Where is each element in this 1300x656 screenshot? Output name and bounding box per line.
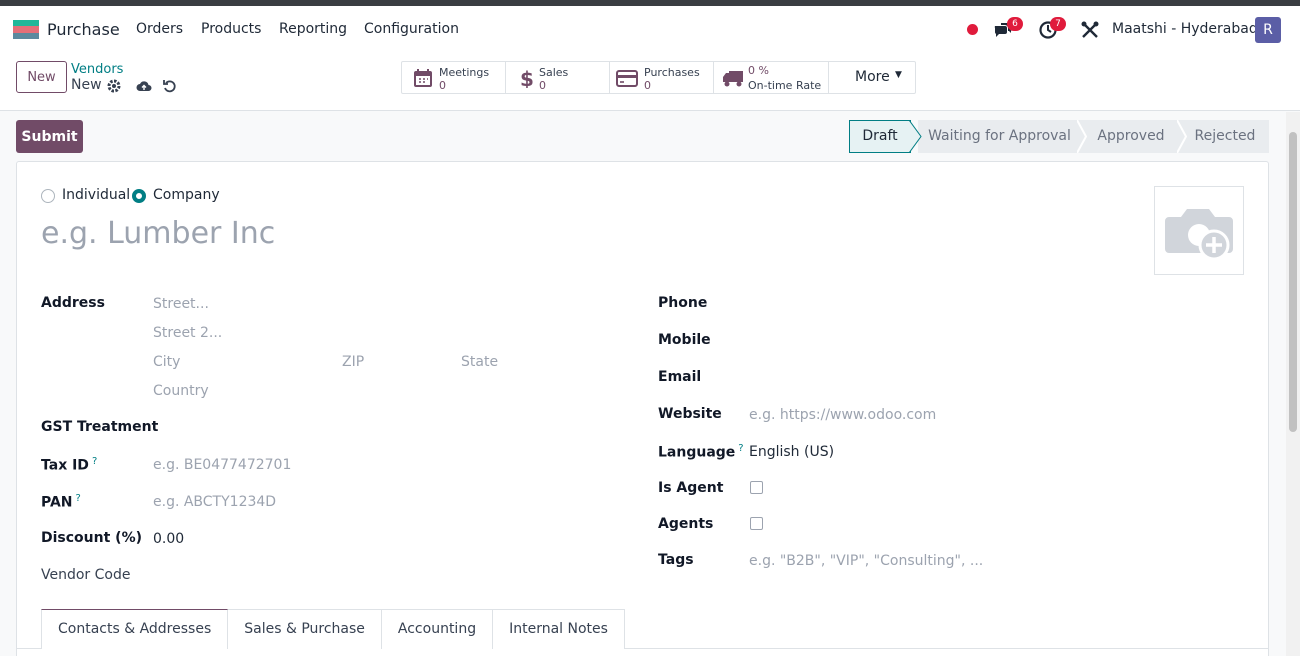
stage-separator (1077, 120, 1087, 153)
smart-buttons: Meetings 0 $ Sales 0 Purchases 0 On-time… (401, 61, 916, 94)
language-label: Language? (658, 443, 744, 461)
status-bar: Draft Waiting for Approval Approved Reje… (849, 120, 1269, 153)
messages-badge: 6 (1007, 17, 1023, 31)
menu-reporting[interactable]: Reporting (279, 21, 347, 37)
help-tooltip-icon[interactable]: ? (92, 456, 97, 467)
ontime-rate-value: 0 % (748, 64, 769, 77)
smart-button-meetings[interactable]: Meetings 0 (402, 62, 506, 93)
state-select[interactable]: State (461, 354, 498, 370)
app-name[interactable]: Purchase (47, 20, 120, 39)
pan-label: PAN? (41, 493, 81, 511)
country-select[interactable]: Country (153, 383, 209, 399)
agents-label: Agents (658, 516, 714, 532)
radio-company[interactable] (132, 189, 146, 203)
stage-draft[interactable]: Draft (849, 120, 911, 153)
smart-button-purchases[interactable]: Purchases 0 (610, 62, 714, 93)
is-agent-checkbox[interactable] (750, 481, 763, 494)
meetings-value: 0 (439, 79, 446, 92)
tools-icon[interactable] (1080, 20, 1100, 40)
gear-icon[interactable] (106, 78, 122, 94)
user-avatar[interactable]: R (1255, 17, 1281, 43)
stage-rejected[interactable]: Rejected (1181, 120, 1269, 153)
tax-id-input[interactable]: e.g. BE0477472701 (153, 457, 291, 473)
language-label-text: Language (658, 444, 736, 461)
page-scrollbar[interactable] (1286, 112, 1300, 656)
notebook-tabs: Contacts & Addresses Sales & Purchase Ac… (41, 609, 625, 649)
calendar-icon (414, 69, 432, 87)
street-input[interactable]: Street... (153, 296, 209, 312)
help-tooltip-icon[interactable]: ? (738, 443, 743, 454)
is-agent-label: Is Agent (658, 480, 724, 496)
email-label: Email (658, 369, 702, 385)
app-logo-icon[interactable] (13, 20, 39, 39)
stage-waiting-approval[interactable]: Waiting for Approval (918, 120, 1081, 153)
recording-dot-icon[interactable] (967, 24, 978, 35)
stage-separator (1177, 120, 1187, 153)
tab-sales-purchase[interactable]: Sales & Purchase (228, 609, 382, 649)
tab-accounting[interactable]: Accounting (381, 609, 494, 649)
activities-badge: 7 (1050, 17, 1066, 31)
radio-company-label[interactable]: Company (153, 187, 220, 203)
menu-products[interactable]: Products (201, 21, 261, 37)
pan-label-text: PAN (41, 494, 73, 511)
vendor-code-label: Vendor Code (41, 567, 131, 583)
website-input[interactable]: e.g. https://www.odoo.com (749, 407, 936, 423)
breadcrumb-current: New (71, 77, 102, 93)
website-label: Website (658, 406, 722, 422)
sales-label: Sales (539, 66, 569, 79)
ontime-rate-label: On-time Rate (748, 79, 822, 92)
tags-input[interactable]: e.g. "B2B", "VIP", "Consulting", ... (749, 553, 983, 569)
more-label: More (855, 69, 890, 85)
discount-label: Discount (%) (41, 530, 142, 546)
more-dropdown[interactable]: More ▼ (829, 62, 915, 93)
tags-label: Tags (658, 552, 694, 568)
tab-internal-notes[interactable]: Internal Notes (493, 609, 625, 649)
gst-treatment-label: GST Treatment (41, 419, 159, 435)
name-input[interactable]: e.g. Lumber Inc (41, 216, 275, 251)
truck-icon (723, 71, 743, 87)
new-button[interactable]: New (16, 61, 67, 93)
dollar-icon: $ (520, 68, 534, 88)
discard-undo-icon[interactable] (162, 78, 178, 94)
caret-down-icon: ▼ (895, 70, 902, 80)
camera-plus-icon (1165, 209, 1233, 261)
menu-orders[interactable]: Orders (136, 21, 183, 37)
scrollbar-thumb[interactable] (1289, 132, 1297, 432)
cloud-upload-icon[interactable] (136, 78, 152, 94)
stage-approved[interactable]: Approved (1081, 120, 1181, 153)
help-tooltip-icon[interactable]: ? (76, 493, 81, 504)
meetings-label: Meetings (439, 66, 490, 79)
tax-id-label-text: Tax ID (41, 457, 89, 474)
mobile-label: Mobile (658, 332, 711, 348)
sales-value: 0 (539, 79, 546, 92)
svg-text:$: $ (520, 68, 534, 88)
street2-input[interactable]: Street 2... (153, 325, 222, 341)
top-navbar: Purchase Orders Products Reporting Confi… (0, 6, 1300, 52)
address-label: Address (41, 295, 105, 311)
city-input[interactable]: City (153, 354, 180, 370)
credit-card-icon (616, 70, 638, 87)
agents-checkbox[interactable] (750, 517, 763, 530)
zip-input[interactable]: ZIP (342, 354, 364, 370)
image-upload[interactable] (1154, 186, 1244, 275)
smart-button-ontime-rate[interactable]: On-time Rate 0 % (714, 62, 829, 93)
menu-configuration[interactable]: Configuration (364, 21, 459, 37)
pan-input[interactable]: e.g. ABCTY1234D (153, 494, 276, 510)
control-panel: New Vendors New Meetings 0 $ Sales 0 Pur… (0, 52, 1300, 111)
tax-id-label: Tax ID? (41, 456, 97, 474)
tab-contacts-addresses[interactable]: Contacts & Addresses (41, 609, 229, 649)
purchases-label: Purchases (644, 66, 700, 79)
purchases-value: 0 (644, 79, 651, 92)
radio-individual-label[interactable]: Individual (62, 187, 130, 203)
phone-label: Phone (658, 295, 708, 311)
submit-button[interactable]: Submit (16, 120, 83, 153)
breadcrumb-vendors[interactable]: Vendors (71, 62, 123, 77)
stage-arrow (909, 120, 922, 153)
language-select[interactable]: English (US) (749, 444, 834, 460)
radio-individual[interactable] (41, 189, 55, 203)
discount-input[interactable]: 0.00 (153, 531, 184, 547)
company-switcher[interactable]: Maatshi - Hyderabad (1112, 21, 1258, 37)
smart-button-sales[interactable]: $ Sales 0 (506, 62, 610, 93)
